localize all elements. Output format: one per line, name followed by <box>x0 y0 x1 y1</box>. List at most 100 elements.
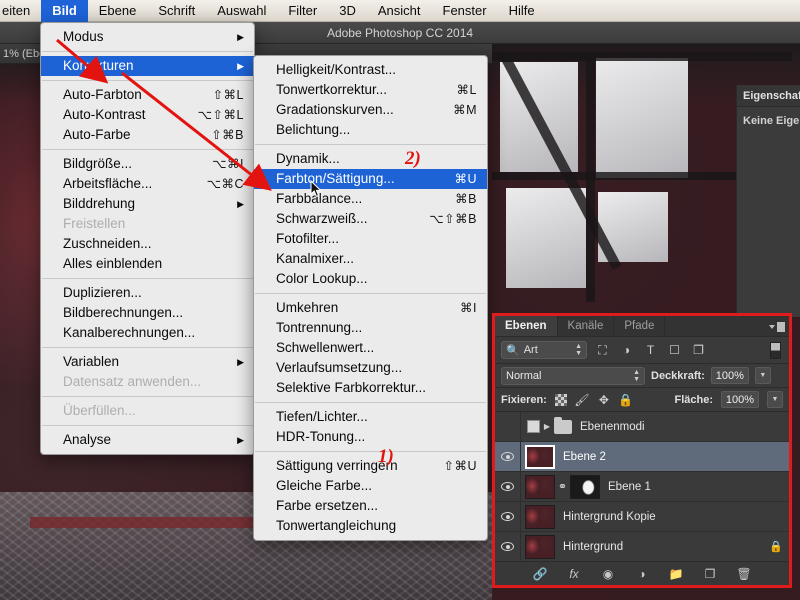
menu-item-auto-farbton[interactable]: Auto-Farbton⇧⌘L <box>41 85 254 105</box>
menu-item-analyse[interactable]: Analyse▶ <box>41 430 254 450</box>
menu-item-belichtung[interactable]: Belichtung... <box>254 120 487 140</box>
lock-position-move-icon[interactable]: ✥ <box>597 393 611 407</box>
group-checkbox[interactable] <box>527 420 540 433</box>
layer-mask-thumbnail[interactable] <box>570 475 600 499</box>
menu-item-farbton-s-ttigung[interactable]: Farbton/Sättigung...⌘U <box>254 169 487 189</box>
lock-pixels-brush-icon[interactable]: 🖌 <box>575 393 589 407</box>
menu-item-tonwertangleichung[interactable]: Tonwertangleichung <box>254 516 487 536</box>
menu-item-zuschneiden[interactable]: Zuschneiden... <box>41 234 254 254</box>
menu-item-dynamik[interactable]: Dynamik... <box>254 149 487 169</box>
layer-thumbnail[interactable] <box>525 505 555 529</box>
menubar-item-filter[interactable]: Filter <box>277 0 328 22</box>
lock-row[interactable]: Fixieren: 🖌 ✥ 🔒 Fläche: 100% ▼ <box>495 388 789 412</box>
blend-mode-row[interactable]: Normal ▲▼ Deckkraft: 100% ▼ <box>495 364 789 388</box>
link-layers-icon[interactable]: 🔗 <box>532 567 548 581</box>
menu-item-kanalmixer[interactable]: Kanalmixer... <box>254 249 487 269</box>
menu-item-korrekturen[interactable]: Korrekturen▶ <box>41 56 254 76</box>
menu-item-modus[interactable]: Modus▶ <box>41 27 254 47</box>
layers-panel-tabbar[interactable]: EbenenKanälePfade <box>495 316 789 337</box>
layer-visibility-toggle[interactable] <box>495 412 521 441</box>
layer-thumbnail[interactable] <box>525 445 555 469</box>
layer-visibility-toggle[interactable] <box>495 532 521 561</box>
menubar-item-ebene[interactable]: Ebene <box>88 0 148 22</box>
menu-item-tonwertkorrektur[interactable]: Tonwertkorrektur...⌘L <box>254 80 487 100</box>
opacity-value[interactable]: 100% <box>711 367 749 384</box>
delete-layer-icon[interactable]: 🗑 <box>736 567 752 581</box>
menu-item-gradationskurven[interactable]: Gradationskurven...⌘M <box>254 100 487 120</box>
layers-panel-tab-ebenen[interactable]: Ebenen <box>495 316 558 336</box>
layers-list[interactable]: ▶EbenenmodiEbene 2⚭Ebene 1Hintergrund Ko… <box>495 412 789 562</box>
menubar-item-schrift[interactable]: Schrift <box>147 0 206 22</box>
menu-item-fotofilter[interactable]: Fotofilter... <box>254 229 487 249</box>
menu-item-bildgr-e[interactable]: Bildgröße...⌥⌘I <box>41 154 254 174</box>
layer-visibility-toggle[interactable] <box>495 472 521 501</box>
menu-item-color-lookup[interactable]: Color Lookup... <box>254 269 487 289</box>
menu-item-farbe-ersetzen[interactable]: Farbe ersetzen... <box>254 496 487 516</box>
new-group-icon[interactable]: 📁 <box>668 567 684 581</box>
menu-item-kanalberechnungen[interactable]: Kanalberechnungen... <box>41 323 254 343</box>
menubar-item-3d[interactable]: 3D <box>328 0 367 22</box>
menu-item-bildberechnungen[interactable]: Bildberechnungen... <box>41 303 254 323</box>
layer-row[interactable]: Ebene 2 <box>495 442 789 472</box>
menu-item-arbeitsfl-che[interactable]: Arbeitsfläche...⌥⌘C <box>41 174 254 194</box>
fill-stepper[interactable]: ▼ <box>767 391 783 408</box>
smartobject-filter-icon[interactable]: ❐ <box>690 342 707 359</box>
layer-row[interactable]: ⚭Ebene 1 <box>495 472 789 502</box>
menu-item-duplizieren[interactable]: Duplizieren... <box>41 283 254 303</box>
layers-panel-tab-pfade[interactable]: Pfade <box>614 316 665 336</box>
layer-row[interactable]: Hintergrund🔒 <box>495 532 789 562</box>
menu-bar[interactable]: eitenBildEbeneSchriftAuswahlFilter3DAnsi… <box>0 0 800 22</box>
menu-item-s-ttigung-verringern[interactable]: Sättigung verringern⇧⌘U <box>254 456 487 476</box>
properties-tab[interactable]: Eigenschaf <box>737 85 800 107</box>
filter-toggle-switch[interactable] <box>770 342 781 359</box>
menubar-item-fenster[interactable]: Fenster <box>432 0 498 22</box>
layer-thumbnail[interactable] <box>525 535 555 559</box>
menu-item-umkehren[interactable]: Umkehren⌘I <box>254 298 487 318</box>
menu-item-selektive-farbkorrektur[interactable]: Selektive Farbkorrektur... <box>254 378 487 398</box>
menu-item-tiefen-lichter[interactable]: Tiefen/Lichter... <box>254 407 487 427</box>
menu-item-verlaufsumsetzung[interactable]: Verlaufsumsetzung... <box>254 358 487 378</box>
layer-visibility-toggle[interactable] <box>495 442 521 471</box>
mask-link-icon[interactable]: ⚭ <box>557 480 568 493</box>
menu-item-hdr-tonung[interactable]: HDR-Tonung... <box>254 427 487 447</box>
layers-panel-bottom-toolbar[interactable]: 🔗 fx ◉ ◑ 📁 ❐ 🗑 <box>495 561 789 585</box>
filter-kind-select[interactable]: 🔍 Art ▲▼ <box>501 341 587 359</box>
menu-item-farbbalance[interactable]: Farbbalance...⌘B <box>254 189 487 209</box>
adjustment-filter-icon[interactable]: ◑ <box>618 342 635 359</box>
layers-panel-tab-kan-le[interactable]: Kanäle <box>558 316 615 336</box>
menu-bild-dropdown[interactable]: Modus▶ Korrekturen▶ Auto-Farbton⇧⌘LAuto-Ko… <box>40 22 255 455</box>
layer-visibility-toggle[interactable] <box>495 502 521 531</box>
menu-item-auto-kontrast[interactable]: Auto-Kontrast⌥⇧⌘L <box>41 105 254 125</box>
layer-thumbnail[interactable] <box>525 475 555 499</box>
shape-filter-icon[interactable]: ☐ <box>666 342 683 359</box>
lock-transparency-icon[interactable] <box>555 394 567 406</box>
menu-item-alles-einblenden[interactable]: Alles einblenden <box>41 254 254 274</box>
menu-item-helligkeit-kontrast[interactable]: Helligkeit/Kontrast... <box>254 60 487 80</box>
menu-item-schwarzwei[interactable]: Schwarzweiß...⌥⇧⌘B <box>254 209 487 229</box>
menu-item-variablen[interactable]: Variablen▶ <box>41 352 254 372</box>
menu-item-gleiche-farbe[interactable]: Gleiche Farbe... <box>254 476 487 496</box>
pixel-filter-icon[interactable]: ⛶ <box>594 342 611 359</box>
layer-row[interactable]: ▶Ebenenmodi <box>495 412 789 442</box>
fill-value[interactable]: 100% <box>721 391 759 408</box>
menu-item-auto-farbe[interactable]: Auto-Farbe⇧⌘B <box>41 125 254 145</box>
menu-item-bilddrehung[interactable]: Bilddrehung▶ <box>41 194 254 214</box>
lock-all-icon[interactable]: 🔒 <box>619 393 633 407</box>
chevron-right-icon[interactable]: ▶ <box>540 422 554 431</box>
layers-filter-row[interactable]: 🔍 Art ▲▼ ⛶ ◑ T ☐ ❐ <box>495 337 789 364</box>
layer-style-fx-icon[interactable]: fx <box>566 567 582 581</box>
panel-menu-icon[interactable] <box>769 320 785 333</box>
menubar-item-ansicht[interactable]: Ansicht <box>367 0 432 22</box>
menu-item-schwellenwert[interactable]: Schwellenwert... <box>254 338 487 358</box>
type-filter-icon[interactable]: T <box>642 342 659 359</box>
adjustment-layer-icon[interactable]: ◑ <box>634 567 650 581</box>
menubar-item-eiten[interactable]: eiten <box>0 0 41 22</box>
add-mask-icon[interactable]: ◉ <box>600 567 616 581</box>
new-layer-icon[interactable]: ❐ <box>702 567 718 581</box>
layer-row[interactable]: Hintergrund Kopie <box>495 502 789 532</box>
menubar-item-hilfe[interactable]: Hilfe <box>498 0 546 22</box>
menubar-item-auswahl[interactable]: Auswahl <box>206 0 277 22</box>
menubar-item-bild[interactable]: Bild <box>41 0 88 22</box>
menu-item-tontrennung[interactable]: Tontrennung... <box>254 318 487 338</box>
opacity-stepper[interactable]: ▼ <box>755 367 771 384</box>
